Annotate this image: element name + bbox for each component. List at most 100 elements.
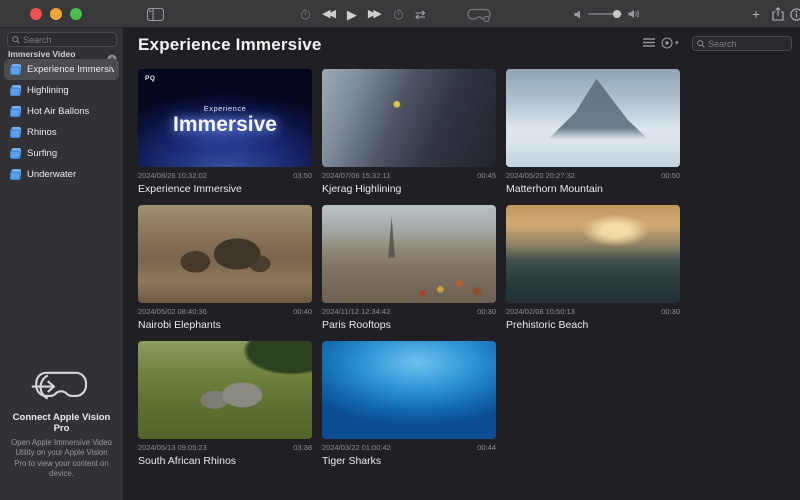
- playlist-icon: [9, 105, 22, 118]
- chevron-down-icon: ▾: [675, 39, 679, 47]
- video-duration: 00:44: [477, 443, 496, 452]
- video-meta: 2024/05/02 08:40:36 00:40: [138, 307, 312, 316]
- sidebar-item-label: Experience Immersive: [27, 64, 114, 75]
- play-icon[interactable]: ▶: [347, 8, 357, 21]
- thumbnail-overlay-text: [506, 69, 680, 167]
- share-icon[interactable]: [770, 0, 786, 28]
- video-thumbnail[interactable]: [138, 205, 312, 303]
- thumbnail-overlay-text: [138, 205, 312, 303]
- main-search-input[interactable]: [708, 39, 787, 49]
- sidebar-item-experience-immersive[interactable]: Experience Immersive: [4, 59, 119, 80]
- zoom-button[interactable]: [70, 8, 82, 20]
- video-duration: 00:45: [477, 171, 496, 180]
- video-thumbnail[interactable]: [322, 69, 496, 167]
- video-meta: 2024/02/08 10:50:13 00:30: [506, 307, 680, 316]
- video-date: 2024/05/13 09:05:23: [138, 443, 207, 452]
- sidebar-item-rhinos[interactable]: Rhinos: [4, 122, 119, 143]
- video-card[interactable]: 2024/05/13 09:05:23 03:38 South African …: [138, 341, 312, 467]
- connect-vision-pro-panel: Connect Apple Vision Pro Open Apple Imme…: [0, 368, 123, 480]
- skip-back-icon[interactable]: [300, 9, 311, 20]
- info-icon[interactable]: [788, 0, 800, 28]
- thumbnail-overlay-text: [138, 341, 312, 439]
- video-title: Kjerag Highlining: [322, 183, 496, 195]
- list-view-icon[interactable]: [643, 38, 655, 47]
- video-grid: PQ Experience Immersive 2024/08/26 10:32…: [138, 69, 680, 467]
- sidebar-search-input[interactable]: [23, 35, 112, 45]
- video-thumbnail[interactable]: [322, 205, 496, 303]
- group-menu-icon[interactable]: ▾: [661, 37, 679, 49]
- rewind-icon[interactable]: ◀◀: [322, 9, 336, 20]
- video-thumbnail[interactable]: [322, 341, 496, 439]
- playlist-icon: [9, 126, 22, 139]
- sidebar-item-surfing[interactable]: Surfing: [4, 143, 119, 164]
- skip-forward-icon[interactable]: [393, 9, 404, 20]
- repeat-icon[interactable]: ⇄: [415, 8, 426, 21]
- video-title: Prehistoric Beach: [506, 319, 680, 331]
- video-thumbnail[interactable]: [506, 69, 680, 167]
- sidebar-item-underwater[interactable]: Underwater: [4, 164, 119, 185]
- minimize-button[interactable]: [50, 8, 62, 20]
- sidebar-search-field[interactable]: [7, 32, 117, 47]
- video-card[interactable]: 2024/07/06 15:32:11 00:45 Kjerag Highlin…: [322, 69, 496, 195]
- sidebar-item-hot-air-ballons[interactable]: Hot Air Ballons: [4, 101, 119, 122]
- video-card[interactable]: 2024/05/02 08:40:36 00:40 Nairobi Elepha…: [138, 205, 312, 331]
- video-meta: 2024/11/12 12:34:42 00:30: [322, 307, 496, 316]
- video-duration: 03:50: [293, 171, 312, 180]
- video-meta: 2024/08/26 10:32:02 03:50: [138, 171, 312, 180]
- vision-pro-device-icon[interactable]: [466, 8, 492, 22]
- video-meta: 2024/03/22 01:00:42 00:44: [322, 443, 496, 452]
- video-thumbnail[interactable]: [506, 205, 680, 303]
- playlist-icon: [9, 147, 22, 160]
- video-duration: 00:40: [293, 307, 312, 316]
- video-card[interactable]: 2024/05/20 20:27:32 00:50 Matterhorn Mou…: [506, 69, 680, 195]
- sidebar-toggle-icon[interactable]: [146, 7, 164, 21]
- speaker-high-icon[interactable]: [628, 9, 640, 19]
- playlist-icon: [9, 168, 22, 181]
- video-date: 2024/03/22 01:00:42: [322, 443, 391, 452]
- video-thumbnail[interactable]: PQ Experience Immersive: [138, 69, 312, 167]
- video-card[interactable]: 2024/02/08 10:50:13 00:30 Prehistoric Be…: [506, 205, 680, 331]
- connect-description: Open Apple Immersive Video Utility on yo…: [9, 438, 114, 480]
- video-thumbnail[interactable]: [138, 341, 312, 439]
- main-search-field[interactable]: [692, 36, 792, 51]
- video-card[interactable]: 2024/03/22 01:00:42 00:44 Tiger Sharks: [322, 341, 496, 467]
- thumbnail-overlay-text: [322, 341, 496, 439]
- connect-title: Connect Apple Vision Pro: [9, 412, 114, 434]
- overlay-main-text: Immersive: [173, 113, 277, 136]
- video-card[interactable]: 2024/11/12 12:34:42 00:30 Paris Rooftops: [322, 205, 496, 331]
- thumbnail-overlay-text: [322, 205, 496, 303]
- video-date: 2024/08/26 10:32:02: [138, 171, 207, 180]
- video-title: Paris Rooftops: [322, 319, 496, 331]
- add-icon[interactable]: +: [748, 0, 764, 28]
- sidebar-item-label: Hot Air Ballons: [27, 106, 89, 117]
- playlist-list: Experience Immersive Highlining Hot Air …: [4, 59, 119, 185]
- sidebar-item-highlining[interactable]: Highlining: [4, 80, 119, 101]
- volume-slider-knob[interactable]: [613, 10, 621, 18]
- video-duration: 00:50: [661, 171, 680, 180]
- volume-slider[interactable]: [588, 13, 622, 15]
- video-date: 2024/05/20 20:27:32: [506, 171, 575, 180]
- video-duration: 03:38: [293, 443, 312, 452]
- video-meta: 2024/05/20 20:27:32 00:50: [506, 171, 680, 180]
- video-title: Matterhorn Mountain: [506, 183, 680, 195]
- speaker-low-icon[interactable]: [574, 10, 582, 19]
- fast-forward-icon[interactable]: ▶▶: [368, 9, 382, 20]
- video-meta: 2024/07/06 15:32:11 00:45: [322, 171, 496, 180]
- search-icon: [12, 36, 20, 44]
- thumbnail-overlay-text: [506, 205, 680, 303]
- thumbnail-overlay-text: Experience Immersive: [138, 69, 312, 167]
- close-button[interactable]: [30, 8, 42, 20]
- vision-pro-connect-icon: [9, 368, 114, 406]
- video-title: Experience Immersive: [138, 183, 312, 195]
- search-icon: [697, 40, 705, 48]
- overlay-top-text: Experience: [204, 104, 247, 113]
- video-duration: 00:30: [477, 307, 496, 316]
- video-meta: 2024/05/13 09:05:23 03:38: [138, 443, 312, 452]
- video-date: 2024/05/02 08:40:36: [138, 307, 207, 316]
- volume-control: [574, 0, 640, 28]
- title-bar: ◀◀ ▶ ▶▶ ⇄ +: [0, 0, 800, 28]
- video-title: Nairobi Elephants: [138, 319, 312, 331]
- video-card[interactable]: PQ Experience Immersive 2024/08/26 10:32…: [138, 69, 312, 195]
- main-content: Experience Immersive ▾ PQ Experience Imm…: [125, 28, 800, 500]
- video-title: Tiger Sharks: [322, 455, 496, 467]
